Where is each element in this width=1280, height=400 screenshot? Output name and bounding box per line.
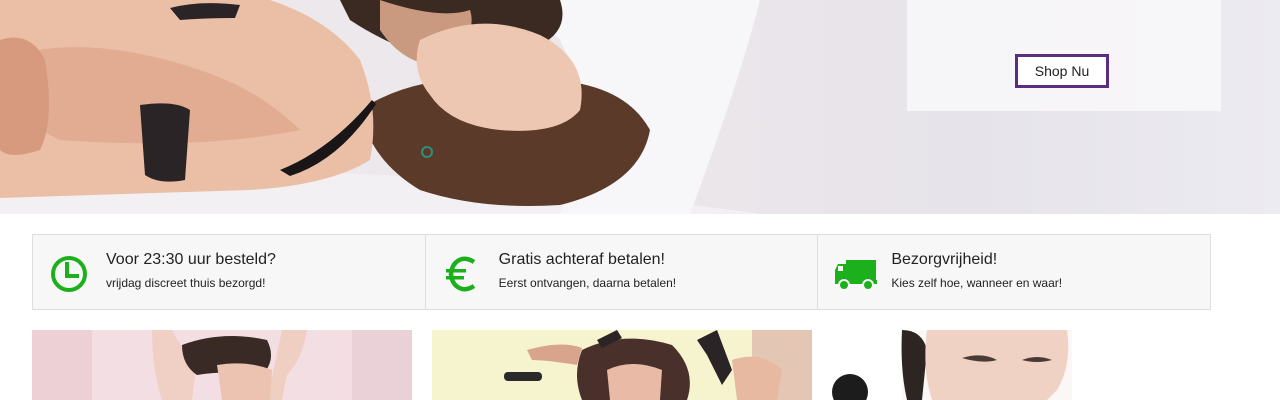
- shop-now-button[interactable]: Shop Nu: [1015, 54, 1109, 88]
- usp-title: Gratis achteraf betalen!: [498, 251, 665, 268]
- usp-item-delivery-freedom: Bezorgvrijheid! Kies zelf hoe, wanneer e…: [818, 235, 1210, 309]
- usp-subtitle: Kies zelf hoe, wanneer en waar!: [891, 276, 1063, 290]
- promo-box: Shop Nu: [907, 0, 1221, 111]
- usp-subtitle: Eerst ontvangen, daarna betalen!: [498, 276, 677, 290]
- usp-item-delivery-time: Voor 23:30 uur besteld? vrijdag discreet…: [33, 235, 426, 309]
- usp-title: Bezorgvrijheid!: [891, 251, 998, 268]
- category-tile-fashion[interactable]: [432, 330, 812, 400]
- usp-bar: Voor 23:30 uur besteld? vrijdag discreet…: [32, 234, 1211, 310]
- delivery-truck-icon: [834, 254, 878, 294]
- clock-icon: [49, 254, 89, 294]
- fashion-model-with-heels-photo: [432, 330, 812, 400]
- category-tile-lingerie[interactable]: [32, 330, 412, 400]
- lingerie-model-photo: [32, 330, 412, 400]
- usp-item-payment: Gratis achteraf betalen! Eerst ontvangen…: [426, 235, 819, 309]
- usp-title: Voor 23:30 uur besteld?: [106, 251, 276, 268]
- woman-with-product-photo: [832, 330, 1212, 400]
- category-tile-products[interactable]: [832, 330, 1212, 400]
- euro-icon: [442, 254, 482, 294]
- usp-subtitle: vrijdag discreet thuis bezorgd!: [106, 276, 266, 290]
- hero-banner[interactable]: Shop Nu: [0, 0, 1280, 214]
